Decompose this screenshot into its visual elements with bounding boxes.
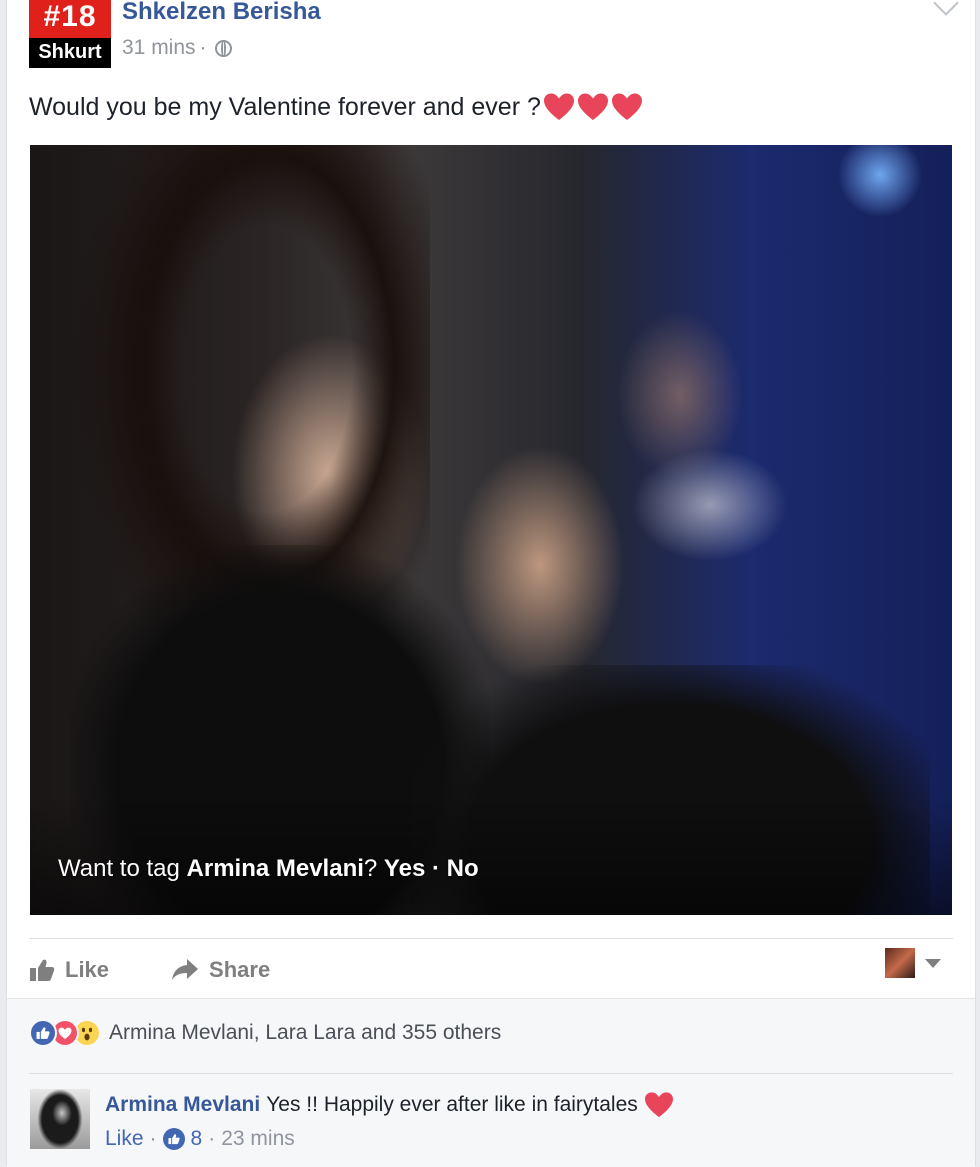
page-avatar[interactable]: #18 Shkurt bbox=[29, 0, 111, 68]
tag-yes-button[interactable]: Yes bbox=[384, 855, 425, 883]
comment-meta: Like · 8 · 23 mins bbox=[105, 1127, 295, 1151]
comment-timestamp[interactable]: 23 mins bbox=[221, 1127, 295, 1151]
feedback-section: Armina Mevlani, Lara Lara and 355 others… bbox=[7, 998, 975, 1167]
tag-no-button[interactable]: No bbox=[447, 855, 479, 883]
tag-suggested-name: Armina Mevlani bbox=[186, 855, 364, 882]
action-divider bbox=[29, 938, 953, 939]
post-card: #18 Shkurt Shkelzen Berisha 31 mins · Wo… bbox=[6, 0, 976, 1167]
like-button[interactable]: Like bbox=[29, 957, 109, 983]
comment-body: Armina Mevlani Yes !! Happily ever after… bbox=[105, 1091, 674, 1119]
comment-text: Yes !! Happily ever after like in fairyt… bbox=[266, 1093, 638, 1116]
post-as-selector[interactable] bbox=[885, 948, 941, 978]
post-author-name[interactable]: Shkelzen Berisha bbox=[122, 0, 321, 26]
chevron-down-icon[interactable] bbox=[933, 0, 959, 16]
commenter-name[interactable]: Armina Mevlani bbox=[105, 1093, 260, 1117]
heart-icon bbox=[611, 93, 642, 120]
reactions-summary[interactable]: Armina Mevlani, Lara Lara and 355 others bbox=[29, 1019, 501, 1047]
like-reaction-icon bbox=[162, 1128, 185, 1150]
avatar-badge-label: Shkurt bbox=[29, 38, 111, 68]
comment-meta-separator: · bbox=[208, 1127, 216, 1150]
like-reaction-icon bbox=[29, 1019, 57, 1047]
actor-avatar bbox=[885, 948, 915, 978]
thumbs-up-icon bbox=[30, 959, 55, 981]
meta-separator: · bbox=[199, 36, 207, 59]
share-button[interactable]: Share bbox=[171, 957, 270, 983]
post-text: Would you be my Valentine forever and ev… bbox=[29, 92, 643, 122]
share-label: Share bbox=[209, 957, 271, 982]
post-meta: 31 mins · bbox=[122, 36, 232, 60]
post-actions: Like Share bbox=[29, 952, 270, 988]
heart-icon bbox=[543, 93, 574, 120]
tag-prefix: Want to tag bbox=[58, 855, 187, 882]
comment-like-button[interactable]: Like bbox=[105, 1127, 144, 1151]
heart-icon bbox=[644, 1092, 673, 1118]
like-label: Like bbox=[65, 957, 110, 982]
commenter-avatar[interactable] bbox=[30, 1089, 90, 1149]
tag-question: ? bbox=[363, 855, 384, 882]
avatar-badge-number: #18 bbox=[29, 0, 111, 38]
tag-separator: · bbox=[425, 855, 447, 882]
comment-meta-separator: · bbox=[149, 1127, 157, 1150]
reactions-count-text[interactable]: Armina Mevlani, Lara Lara and 355 others bbox=[109, 1021, 501, 1045]
tag-suggestion: Want to tag Armina Mevlani ? Yes · No bbox=[58, 855, 479, 883]
share-arrow-icon bbox=[172, 959, 199, 980]
comments-divider bbox=[29, 1073, 953, 1074]
heart-icon bbox=[577, 93, 608, 120]
caret-down-icon bbox=[925, 958, 941, 968]
post-message: Would you be my Valentine forever and ev… bbox=[29, 92, 541, 121]
post-photo[interactable]: Want to tag Armina Mevlani ? Yes · No bbox=[30, 145, 952, 915]
comment-like-count[interactable]: 8 bbox=[191, 1127, 203, 1151]
post-timestamp[interactable]: 31 mins bbox=[122, 36, 196, 60]
globe-icon[interactable] bbox=[214, 39, 232, 57]
